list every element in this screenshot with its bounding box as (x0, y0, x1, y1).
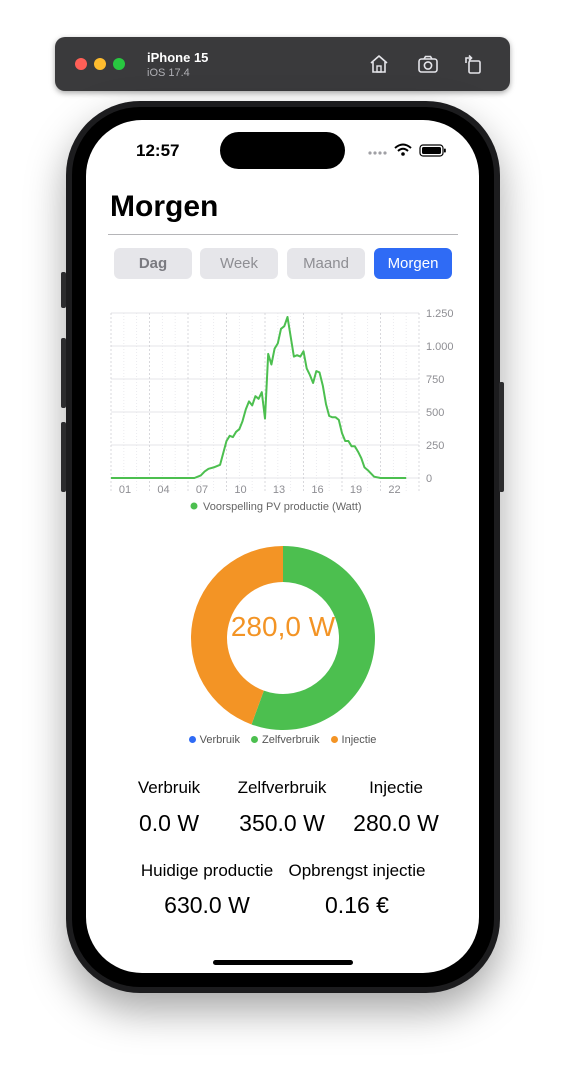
rotate-icon[interactable] (461, 52, 485, 76)
y-tick-label: 0 (426, 473, 432, 485)
donut-center-value: 280,0 W (230, 611, 336, 642)
screenshot-camera-icon[interactable] (416, 52, 440, 76)
x-tick-label: 16 (311, 484, 323, 496)
huidige-productie-label: Huidige productie (140, 861, 274, 880)
opbrengst-injectie-label: Opbrengst injectie (288, 861, 426, 880)
legend-zelfverbruik: Zelfverbruik (251, 734, 319, 746)
minimize-window-button[interactable] (94, 58, 106, 70)
os-version: iOS 17.4 (147, 67, 190, 79)
y-tick-label: 750 (426, 374, 444, 386)
zoom-window-button[interactable] (113, 58, 125, 70)
x-tick-label: 10 (234, 484, 246, 496)
verbruik-value: 0.0 W (138, 810, 200, 836)
app-screen: 12:57 Morgen Dag Week Maand Morgen 1.250… (86, 120, 479, 973)
verbruik-label: Verbruik (137, 778, 201, 797)
volume-down-button (61, 422, 66, 492)
x-tick-label: 07 (196, 484, 208, 496)
injectie-value: 280.0 W (353, 810, 439, 836)
y-tick-label: 1.250 (426, 308, 454, 320)
device-name: iPhone 15 (147, 50, 209, 65)
volume-up-button (61, 338, 66, 408)
simulator-toolbar: iPhone 15 iOS 17.4 (55, 37, 510, 91)
home-indicator[interactable] (213, 960, 353, 965)
x-tick-label: 04 (157, 484, 169, 496)
huidige-productie-value: 630.0 W (164, 892, 250, 918)
energy-donut-chart: 280,0 W (190, 545, 376, 731)
power-button (499, 382, 504, 492)
pv-forecast-chart: 1.250 1.000 750 500 250 0 01 04 07 10 13 16 19 22 Voor… (110, 308, 454, 513)
x-tick-label: 19 (350, 484, 362, 496)
donut-legend: Verbruik Zelfverbruik Injectie (86, 734, 479, 746)
x-tick-label: 13 (273, 484, 285, 496)
x-tick-label: 01 (119, 484, 131, 496)
opbrengst-injectie-value: 0.16 € (325, 892, 389, 918)
legend-dot-zelfverbruik (251, 736, 259, 743)
zelfverbruik-label: Zelfverbruik (237, 778, 327, 797)
close-window-button[interactable] (75, 58, 87, 70)
legend-injectie-label: Injectie (341, 734, 377, 746)
legend-dot-injectie (330, 736, 338, 743)
legend-pv-label: Voorspelling PV productie (Watt) (203, 501, 362, 513)
x-tick-label: 22 (388, 484, 400, 496)
legend-verbruik-label: Verbruik (199, 734, 240, 746)
legend-verbruik: Verbruik (188, 734, 240, 746)
legend-zelfverbruik-label: Zelfverbruik (262, 734, 320, 746)
legend-dot-verbruik (188, 736, 196, 743)
y-tick-label: 250 (426, 440, 444, 452)
legend-dot-pv (190, 502, 198, 510)
y-tick-label: 1.000 (426, 341, 454, 353)
home-icon[interactable] (367, 52, 391, 76)
y-tick-label: 500 (426, 407, 444, 419)
pv-production-line (111, 316, 407, 479)
zelfverbruik-value: 350.0 W (239, 810, 325, 836)
legend-injectie: Injectie (330, 734, 377, 746)
injectie-label: Injectie (369, 778, 423, 797)
action-button (61, 272, 66, 308)
